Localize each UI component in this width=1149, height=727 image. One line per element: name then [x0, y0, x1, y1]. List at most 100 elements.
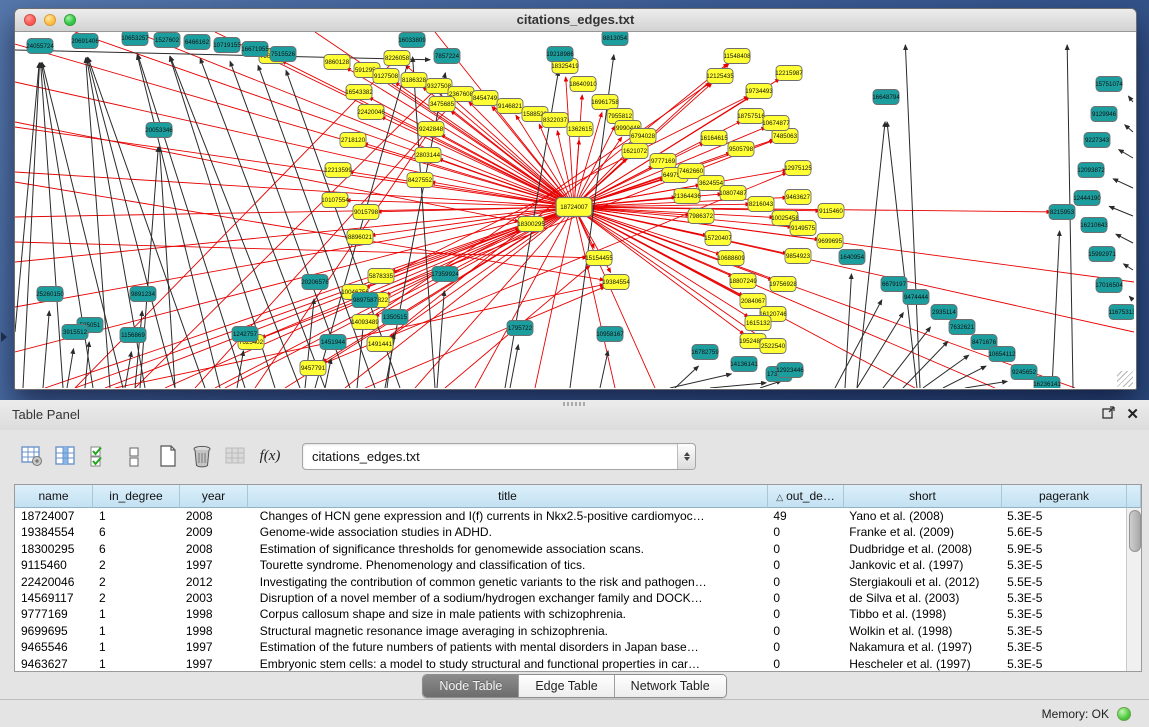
graph-node-teal[interactable]: 15751074	[1095, 77, 1123, 92]
citation-edge-black[interactable]	[1119, 150, 1133, 158]
citation-edge-black[interactable]	[385, 73, 445, 388]
graph-node-yellow[interactable]: 3475685	[429, 97, 455, 112]
graph-node-teal[interactable]: 10958167	[596, 327, 624, 342]
graph-node-teal[interactable]: 6679197	[881, 277, 907, 292]
graph-node-teal[interactable]: 7857224	[434, 49, 460, 64]
graph-node-yellow[interactable]: 9015798	[353, 205, 379, 220]
citation-edge-black[interactable]	[88, 57, 205, 388]
graph-node-teal[interactable]: 9474444	[903, 290, 929, 305]
network-canvas[interactable]: 7663822986012859129548226058912750816543…	[15, 32, 1134, 388]
column-header-in_degree[interactable]: in_degree	[93, 485, 180, 508]
graph-node-yellow[interactable]: 9127508	[373, 69, 399, 84]
show-columns-icon[interactable]	[52, 442, 80, 470]
tab-network-table[interactable]: Network Table	[614, 675, 726, 697]
graph-node-yellow[interactable]: 14093489	[351, 315, 379, 330]
citation-edge-black[interactable]	[965, 381, 1007, 388]
citation-edge-black[interactable]	[1116, 234, 1133, 243]
graph-node-yellow[interactable]: 19734493	[745, 84, 773, 99]
graph-node-teal[interactable]: 16033809	[398, 33, 426, 48]
function-builder-icon[interactable]: f(x)	[256, 442, 284, 470]
table-row[interactable]: 911546021997Tourette syndrome. Phenomeno…	[15, 557, 1126, 573]
graph-node-yellow[interactable]: 2522540	[760, 339, 786, 354]
graph-node-teal[interactable]: 3915512	[62, 325, 88, 340]
graph-node-yellow[interactable]: 12215987	[775, 66, 803, 81]
graph-node-teal[interactable]: 24055724	[26, 39, 54, 54]
graph-node-teal[interactable]: 19218986	[546, 47, 574, 62]
graph-node-teal[interactable]: 10654112	[988, 347, 1016, 362]
citation-edge-black[interactable]	[43, 311, 49, 388]
graph-node-teal[interactable]: 20053346	[145, 123, 173, 138]
graph-node-teal[interactable]: 16782759	[691, 345, 719, 360]
close-panel-icon[interactable]: ✕	[1126, 406, 1139, 424]
citation-edge-black[interactable]	[67, 349, 74, 388]
table-settings-icon[interactable]	[18, 442, 46, 470]
graph-node-teal[interactable]: 1242757	[232, 327, 258, 342]
citation-edge-red[interactable]	[574, 207, 655, 388]
graph-node-yellow[interactable]: 18807249	[729, 274, 757, 289]
select-all-icon[interactable]	[86, 442, 114, 470]
graph-node-teal[interactable]: 1795722	[507, 321, 533, 336]
import-table-icon[interactable]	[222, 442, 250, 470]
column-header-title[interactable]: title	[248, 485, 768, 508]
table-row[interactable]: 1456911722003Disruption of a novel membe…	[15, 590, 1126, 606]
graph-node-teal[interactable]: 6466162	[184, 35, 210, 50]
table-row[interactable]: 2242004622012Investigating the contribut…	[15, 574, 1126, 590]
citation-edge-black[interactable]	[1113, 179, 1133, 188]
graph-node-yellow[interactable]: 9854923	[785, 249, 811, 264]
citation-edge-red[interactable]	[215, 230, 520, 388]
graph-node-teal[interactable]: 1640954	[839, 250, 865, 265]
graph-node-yellow[interactable]: 19756928	[769, 277, 797, 292]
graph-node-teal[interactable]: 16210643	[1080, 218, 1108, 233]
graph-node-yellow[interactable]: 8216043	[748, 197, 774, 212]
graph-node-yellow[interactable]: 12975125	[784, 161, 812, 176]
graph-node-yellow[interactable]: 2718120	[340, 133, 366, 148]
graph-node-teal[interactable]: 9891234	[130, 287, 156, 302]
graph-node-teal[interactable]: 9227343	[1084, 133, 1110, 148]
splitter-grip[interactable]	[563, 402, 587, 406]
graph-node-yellow[interactable]: 9505798	[728, 142, 754, 157]
citation-edge-black[interactable]	[1128, 96, 1133, 102]
graph-node-teal[interactable]: 7632621	[949, 320, 975, 335]
graph-node-yellow[interactable]: 18724007	[556, 198, 592, 217]
column-header-name[interactable]: name	[15, 485, 93, 508]
table-row[interactable]: 946554611997Estimation of the future num…	[15, 639, 1126, 655]
graph-node-teal[interactable]: 16648794	[872, 90, 900, 105]
network-graph[interactable]: 7663822986012859129548226058912750816543…	[15, 32, 1134, 388]
graph-node-teal[interactable]: 12093872	[1077, 163, 1105, 178]
citation-edge-black[interactable]	[1109, 206, 1133, 216]
graph-node-teal[interactable]: 8813054	[602, 32, 628, 46]
graph-node-teal[interactable]: 20691406	[71, 34, 99, 49]
graph-node-yellow[interactable]: 15154455	[585, 251, 613, 266]
delete-table-icon[interactable]	[188, 442, 216, 470]
column-header-out_de[interactable]: △out_de…	[768, 485, 844, 508]
graph-node-yellow[interactable]: 8322037	[542, 113, 568, 128]
clear-selection-icon[interactable]	[120, 442, 148, 470]
graph-node-yellow[interactable]: 9457791	[300, 361, 326, 376]
table-row[interactable]: 1830029562008Estimation of significance …	[15, 541, 1126, 557]
graph-node-yellow[interactable]: 8427552	[407, 173, 433, 188]
graph-node-yellow[interactable]: 2803144	[415, 148, 441, 163]
citation-edge-black[interactable]	[670, 374, 731, 388]
graph-node-teal[interactable]: 12444190	[1073, 191, 1101, 206]
network-window-titlebar[interactable]: citations_edges.txt	[15, 9, 1136, 32]
graph-node-yellow[interactable]: 9777169	[650, 154, 676, 169]
graph-node-yellow[interactable]: 1615132	[745, 316, 771, 331]
citation-edge-black[interactable]	[845, 274, 851, 388]
citation-edge-black[interactable]	[1052, 231, 1060, 388]
graph-node-yellow[interactable]: 12125435	[706, 69, 734, 84]
dropdown-stepper-icon[interactable]	[677, 444, 695, 469]
graph-node-yellow[interactable]: 9242848	[418, 122, 444, 137]
citation-edge-black[interactable]	[675, 366, 698, 388]
graph-node-yellow[interactable]: 5878335	[368, 269, 394, 284]
citation-edge-black[interactable]	[1125, 125, 1133, 132]
citation-edge-black[interactable]	[237, 351, 243, 388]
table-row[interactable]: 946362711997Embryonic stem cells: a mode…	[15, 656, 1126, 671]
citation-edge-black[interactable]	[1124, 264, 1133, 270]
graph-node-teal[interactable]: 8215953	[1049, 205, 1075, 220]
graph-node-yellow[interactable]: 9149575	[790, 221, 816, 236]
graph-node-yellow[interactable]: 16961758	[591, 95, 619, 110]
graph-node-yellow[interactable]: 18757516	[737, 109, 765, 124]
graph-node-teal[interactable]: 9129946	[1091, 107, 1117, 122]
graph-node-yellow[interactable]: 16543382	[345, 85, 373, 100]
citation-edge-black[interactable]	[137, 55, 220, 388]
